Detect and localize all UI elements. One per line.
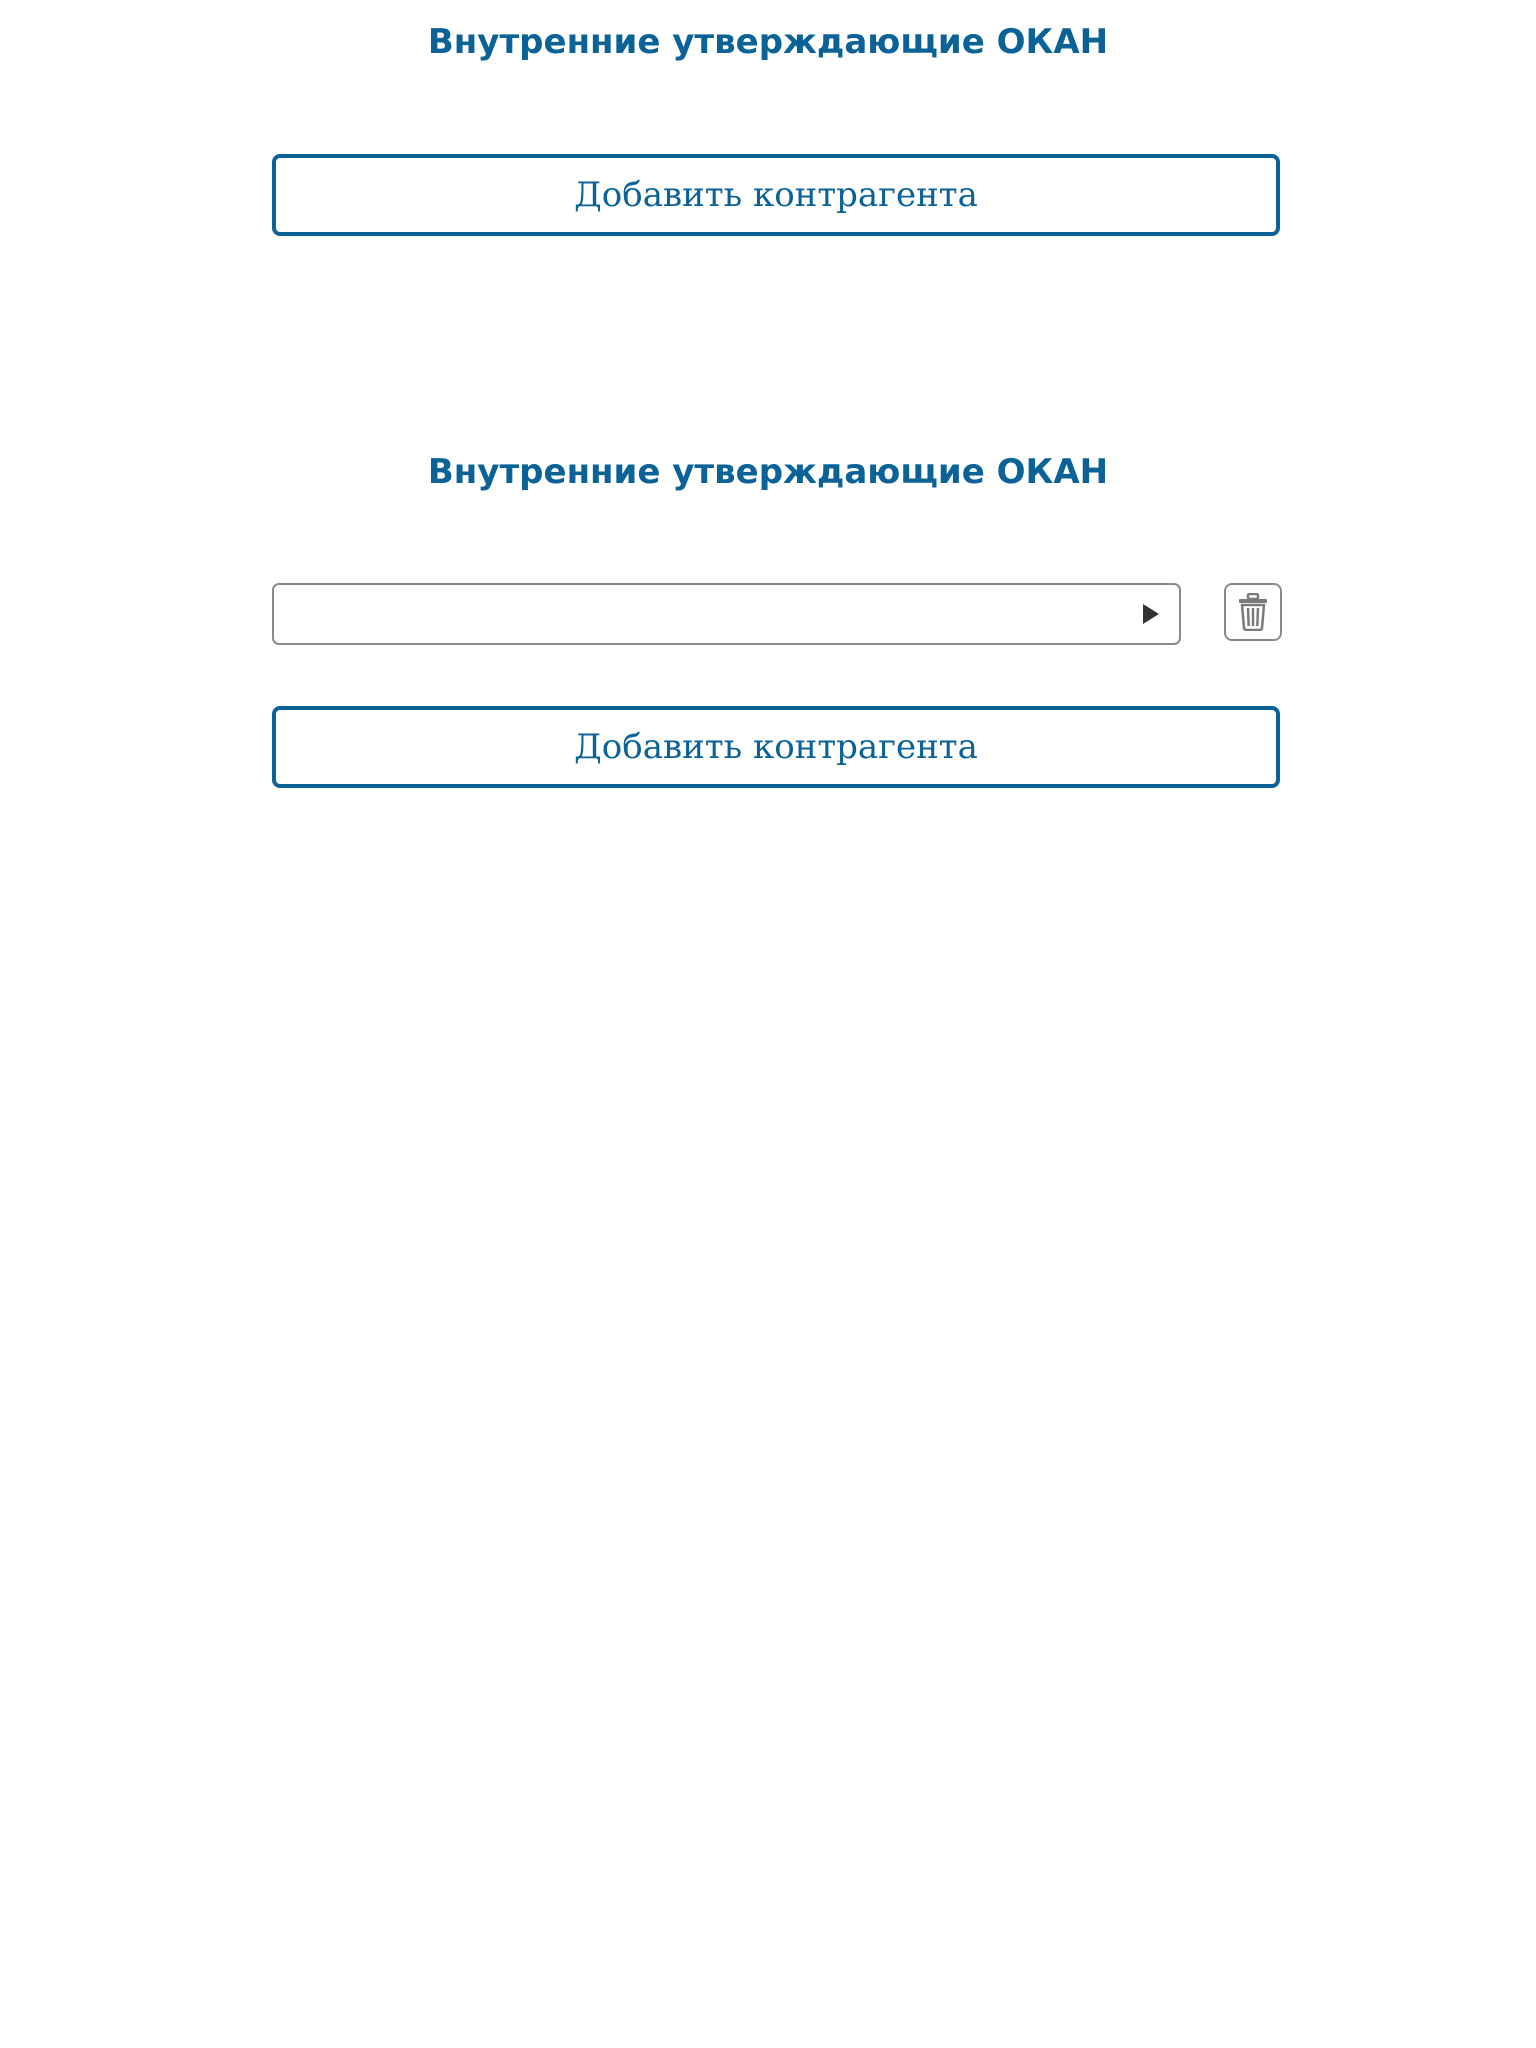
add-counterparty-button[interactable]: Добавить контрагента [272,706,1280,788]
section-title: Внутренние утверждающие ОКАН [427,22,1109,62]
approver-select[interactable] [272,583,1181,645]
page: Внутренние утверждающие ОКАН Добавить ко… [0,0,1536,2048]
trash-icon [1237,593,1269,631]
add-counterparty-button[interactable]: Добавить контрагента [272,154,1280,236]
delete-approver-button[interactable] [1224,583,1282,641]
play-triangle-icon[interactable] [1143,604,1159,624]
section-title: Внутренние утверждающие ОКАН [427,452,1109,492]
